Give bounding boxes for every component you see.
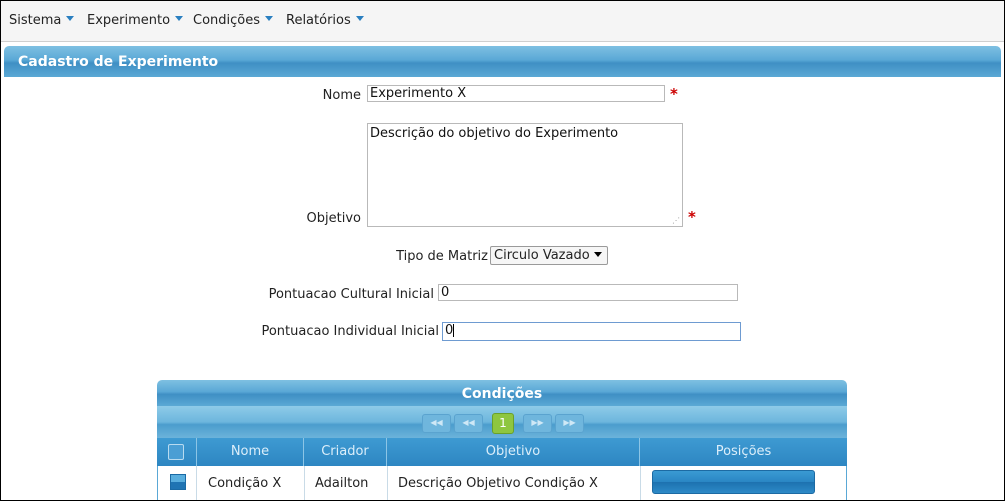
individual-label: Pontuacao Individual Inicial: [261, 324, 439, 339]
tipo-matriz-label: Tipo de Matriz: [396, 249, 488, 264]
page-title: Cadastro de Experimento: [18, 54, 219, 70]
posicoes-button[interactable]: [652, 470, 815, 494]
app-window: Sistema Experimento Condições Relatórios…: [0, 0, 1005, 501]
nome-label: Nome: [322, 88, 361, 103]
text-cursor: [453, 324, 455, 337]
resize-grip-icon[interactable]: ⋰: [672, 217, 680, 225]
nome-required-mark: *: [670, 85, 678, 103]
select-all-checkbox[interactable]: [168, 444, 184, 460]
prev-page-icon: ◀◀: [462, 418, 475, 427]
last-page-button[interactable]: ▶▶: [555, 414, 584, 433]
menu-experimento-label: Experimento: [87, 13, 171, 28]
caret-down-icon: [175, 16, 184, 21]
chevron-down-icon: [593, 252, 602, 257]
menu-sistema-label: Sistema: [9, 13, 62, 28]
cell-nome: Condição X: [197, 466, 305, 500]
cultural-input[interactable]: 0: [438, 284, 738, 301]
caret-down-icon: [265, 16, 274, 21]
first-page-icon: ◀◀: [430, 418, 443, 427]
column-header-criador[interactable]: Criador: [304, 438, 387, 466]
form-header: Cadastro de Experimento: [4, 46, 1001, 77]
tipo-matriz-select[interactable]: Circulo Vazado: [490, 246, 608, 265]
column-header-objetivo[interactable]: Objetivo: [387, 438, 640, 466]
column-header-posicoes[interactable]: Posições: [640, 438, 847, 466]
next-page-icon: ▶▶: [531, 418, 544, 427]
cell-criador: Adailton: [305, 466, 388, 500]
menu-bar: Sistema Experimento Condições Relatórios: [1, 1, 1004, 42]
nome-input[interactable]: Experimento X: [367, 85, 665, 102]
row-checkbox[interactable]: [170, 474, 186, 490]
cultural-label: Pontuacao Cultural Inicial: [268, 287, 434, 302]
objetivo-required-mark: *: [688, 208, 696, 226]
row-select-cell: [158, 466, 197, 500]
objetivo-textarea[interactable]: Descrição do objetivo do Experimento ⋰: [367, 123, 683, 227]
tipo-matriz-value: Circulo Vazado: [494, 248, 590, 263]
table-header: Nome Criador Objetivo Posições: [157, 438, 847, 466]
menu-condicoes[interactable]: Condições: [193, 13, 274, 28]
column-header-nome[interactable]: Nome: [197, 438, 304, 466]
current-page-button[interactable]: 1: [492, 413, 514, 434]
menu-condicoes-label: Condições: [193, 13, 261, 28]
caret-down-icon: [66, 16, 75, 21]
condicoes-title: Condições: [157, 380, 847, 406]
menu-relatorios[interactable]: Relatórios: [286, 13, 364, 28]
condicoes-panel: Condições ◀◀ ◀◀ 1 ▶▶ ▶▶ Nome Criador Obj…: [157, 380, 847, 500]
individual-input[interactable]: 0: [442, 322, 741, 341]
cell-objetivo: Descrição Objetivo Condição X: [388, 466, 641, 500]
menu-sistema[interactable]: Sistema: [9, 13, 75, 28]
paginator: ◀◀ ◀◀ 1 ▶▶ ▶▶: [157, 406, 847, 438]
menu-experimento[interactable]: Experimento: [87, 13, 184, 28]
caret-down-icon: [355, 16, 364, 21]
menu-relatorios-label: Relatórios: [286, 13, 351, 28]
individual-value: 0: [445, 323, 454, 338]
objetivo-text: Descrição do objetivo do Experimento: [370, 126, 619, 141]
prev-page-button[interactable]: ◀◀: [454, 414, 483, 433]
last-page-icon: ▶▶: [563, 418, 576, 427]
first-page-button[interactable]: ◀◀: [422, 414, 451, 433]
cell-posicoes: [641, 466, 846, 500]
objetivo-label: Objetivo: [306, 211, 361, 226]
select-all-cell: [157, 438, 197, 466]
table-row[interactable]: Condição X Adailton Descrição Objetivo C…: [157, 466, 847, 500]
next-page-button[interactable]: ▶▶: [523, 414, 552, 433]
